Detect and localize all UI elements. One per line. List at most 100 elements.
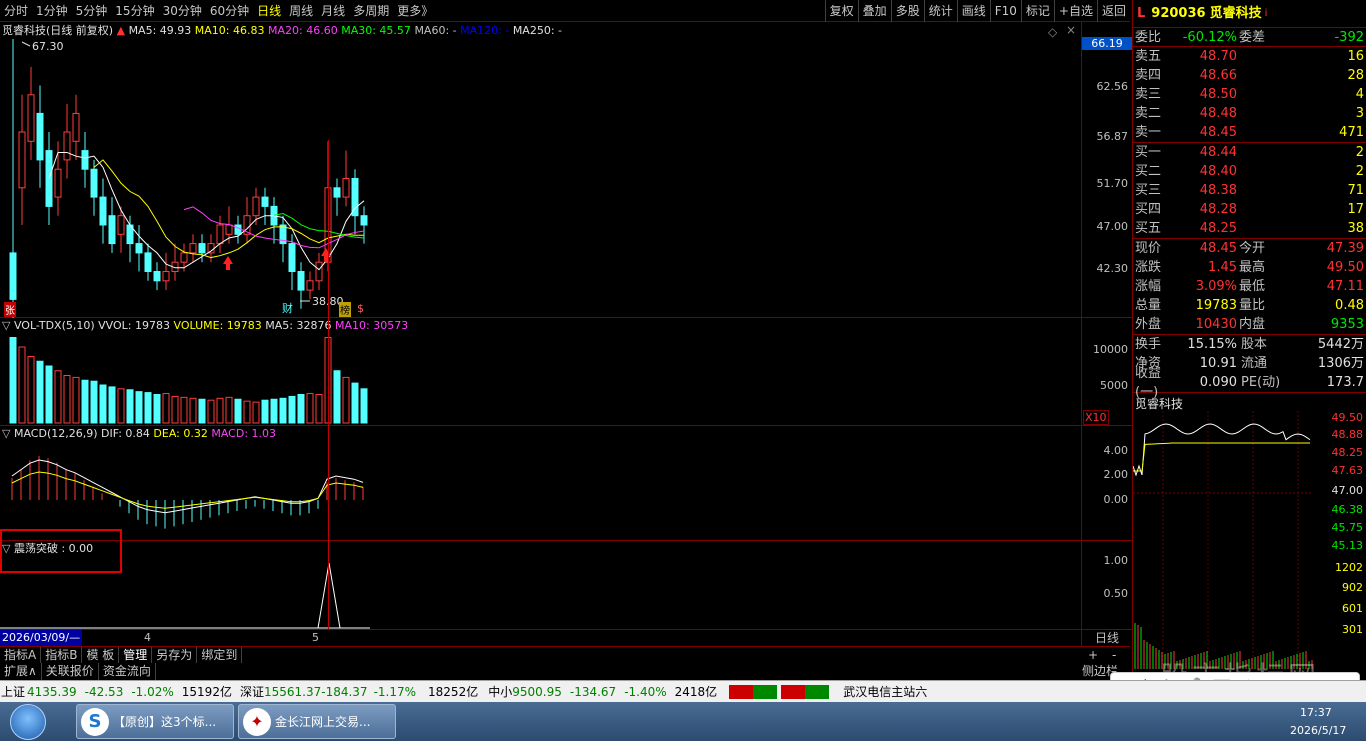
- multi-stock-button[interactable]: 多股: [890, 0, 924, 22]
- quote-row-price: 48.40: [1199, 164, 1237, 179]
- server-name[interactable]: 武汉电信主站六: [829, 683, 927, 700]
- info-icon[interactable]: i: [1262, 4, 1268, 23]
- volume-bar: [234, 398, 242, 424]
- task-trading[interactable]: ✦ 金长江网上交易...: [238, 704, 396, 739]
- volume-bar: [72, 376, 80, 424]
- quote-row-label: 卖三: [1135, 87, 1162, 102]
- sz-label[interactable]: 深证: [232, 683, 264, 700]
- back-button[interactable]: 返回: [1096, 0, 1130, 22]
- period-5min[interactable]: 5分钟: [72, 0, 112, 22]
- volume-bar: [36, 360, 44, 424]
- candle-body: [162, 271, 170, 282]
- quote-row-volume: 3: [1355, 106, 1364, 121]
- tab-manage[interactable]: 管理: [119, 647, 153, 663]
- quote-row[interactable]: 卖一 48.45 471: [1133, 123, 1366, 142]
- tab-fund-flow[interactable]: 资金流向: [99, 663, 156, 680]
- candle-body: [297, 271, 305, 291]
- volume-bar: [9, 337, 17, 424]
- stats-button[interactable]: 统计: [923, 0, 957, 22]
- quote-row[interactable]: 卖五 48.70 16: [1133, 47, 1366, 66]
- period-30min[interactable]: 30分钟: [159, 0, 206, 22]
- f10-button[interactable]: F10: [989, 0, 1021, 22]
- candle-body: [72, 112, 80, 142]
- mini-title: 觅睿科技: [1135, 397, 1184, 411]
- quote-row-label: 买四: [1135, 202, 1162, 217]
- period-daily[interactable]: 日线: [253, 0, 285, 22]
- candle-body: [351, 178, 359, 217]
- axis-label: 45.75: [1331, 521, 1364, 534]
- volume-canvas: [9, 337, 368, 424]
- period-15min[interactable]: 15分钟: [111, 0, 158, 22]
- quote-row[interactable]: 卖四 48.66 28: [1133, 66, 1366, 85]
- trading-app-icon: ✦: [243, 707, 271, 736]
- macd-pane[interactable]: ▽ MACD(12,26,9) DIF: 0.84 DEA: 0.32 MACD…: [0, 426, 1132, 541]
- tab-bind-to[interactable]: 绑定到: [197, 647, 243, 663]
- candle-body: [288, 243, 296, 273]
- mark-button[interactable]: 标记: [1020, 0, 1054, 22]
- sh-percent: -1.02%: [131, 684, 174, 699]
- quote-row[interactable]: 卖二 48.48 3: [1133, 104, 1366, 123]
- tab-extend[interactable]: 扩展∧: [0, 663, 42, 680]
- tab-save-as[interactable]: 另存为: [152, 647, 198, 663]
- quote-row-label: 卖五: [1135, 49, 1162, 64]
- volume-bar: [225, 396, 233, 424]
- cai-marker[interactable]: 财: [282, 300, 293, 316]
- volume-bar: [54, 370, 62, 424]
- dollar-marker[interactable]: $: [357, 302, 364, 315]
- sz-change: -184.37: [321, 684, 368, 699]
- candle-body: [153, 271, 161, 282]
- period-60min[interactable]: 60分钟: [206, 0, 253, 22]
- period-more[interactable]: 更多》: [393, 0, 437, 22]
- stat-value: 9353: [1330, 317, 1364, 332]
- add-watchlist-button[interactable]: +自选: [1053, 0, 1097, 22]
- quote-row[interactable]: 买四 48.28 17: [1133, 200, 1366, 219]
- stat-row: 总量 19783 量比 0.48: [1133, 296, 1366, 315]
- quote-row-price: 48.48: [1199, 106, 1237, 121]
- quote-row[interactable]: 买二 48.40 2: [1133, 162, 1366, 181]
- quote-stats: 现价 48.45 今开 47.39 涨跌 1.45 最高 49.50 涨幅 3.…: [1133, 239, 1366, 335]
- zoom-out-button[interactable]: -: [1112, 647, 1116, 663]
- stat-row: 涨幅 3.09% 最低 47.11: [1133, 277, 1366, 296]
- task-browser[interactable]: S 【原创】这3个标...: [76, 704, 234, 739]
- custom-indicator-pane[interactable]: ▽ 震荡突破 : 0.00 1.00 0.50: [0, 529, 1132, 629]
- tab-indicator-a[interactable]: 指标A: [0, 647, 42, 663]
- clock-time[interactable]: 17:37: [1300, 706, 1332, 719]
- zoom-in-button[interactable]: +: [1088, 647, 1098, 663]
- quote-row[interactable]: 卖三 48.50 4: [1133, 85, 1366, 104]
- overlay-button[interactable]: 叠加: [857, 0, 891, 22]
- quote-row[interactable]: 买三 48.38 71: [1133, 181, 1366, 200]
- market-breadth-bar: [729, 684, 778, 699]
- zhang-marker[interactable]: 张: [4, 302, 16, 317]
- volume-bar: [207, 399, 215, 424]
- volume-bar: [135, 391, 143, 424]
- period-weekly[interactable]: 周线: [285, 0, 317, 22]
- kline-pane[interactable]: 觅睿科技(日线 前复权) ▲ MA5: 49.93 MA10: 46.83 MA…: [0, 22, 1132, 318]
- volume-bar: [108, 386, 116, 424]
- quote-row[interactable]: 买五 48.25 38: [1133, 219, 1366, 238]
- volume-bar: [90, 380, 98, 424]
- quote-row[interactable]: 买一 48.44 2: [1133, 143, 1366, 162]
- period-1min[interactable]: 1分钟: [32, 0, 72, 22]
- quote-row-price: 48.70: [1199, 49, 1237, 64]
- stat-label: 涨幅: [1135, 279, 1162, 294]
- extension-tabs: 扩展∧ 关联报价 资金流向 侧边栏: [0, 663, 1130, 680]
- period-multi[interactable]: 多周期: [349, 0, 393, 22]
- volume-pane[interactable]: ▽ VOL-TDX(5,10) VVOL: 19783 VOLUME: 1978…: [0, 318, 1132, 426]
- tab-template[interactable]: 模 板: [82, 647, 120, 663]
- sh-label[interactable]: 上证: [0, 683, 25, 700]
- start-button-icon[interactable]: [10, 704, 46, 740]
- bang-marker[interactable]: 榜: [339, 302, 351, 317]
- period-indicator[interactable]: 日线: [1081, 630, 1132, 646]
- tab-indicator-b[interactable]: 指标B: [41, 647, 83, 663]
- mini-intraday[interactable]: 觅睿科技 49.50 48.88 48.25 47.63 47.00 46.38…: [1133, 393, 1366, 671]
- tab-related-quotes[interactable]: 关联报价: [42, 663, 99, 680]
- period-fenshi[interactable]: 分时: [0, 0, 32, 22]
- zx-label[interactable]: 中小: [478, 683, 512, 700]
- clock-date[interactable]: 2026/5/17: [1290, 724, 1346, 737]
- period-monthly[interactable]: 月线: [317, 0, 349, 22]
- draw-line-button[interactable]: 画线: [956, 0, 990, 22]
- fuquan-button[interactable]: 复权: [824, 0, 858, 22]
- weicha-value: -392: [1334, 29, 1364, 45]
- quote-row-label: 卖二: [1135, 106, 1162, 121]
- stat-label: 流通: [1241, 356, 1268, 371]
